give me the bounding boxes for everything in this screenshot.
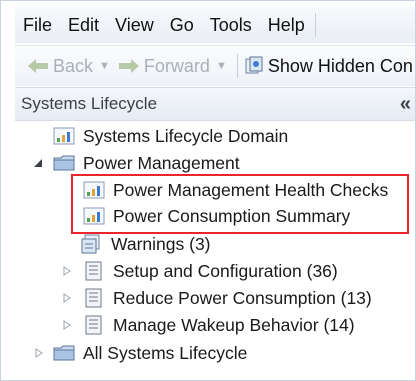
- menu-help[interactable]: Help: [260, 15, 313, 36]
- toolbar: Back ▼ Forward ▼ Show Hidden Con: [15, 45, 415, 86]
- panel-header: Systems Lifecycle «: [15, 87, 415, 121]
- explorer-window: File Edit View Go Tools Help Back ▼ Forw…: [0, 0, 416, 381]
- tree-item-label: Manage Wakeup Behavior (14): [113, 314, 355, 335]
- forward-button[interactable]: Forward ▼: [114, 46, 231, 86]
- menu-view[interactable]: View: [107, 15, 162, 36]
- folder-icon: [53, 155, 75, 171]
- tree-item-all-systems[interactable]: All Systems Lifecycle: [35, 340, 247, 366]
- document-list-icon: [85, 261, 102, 281]
- tree-item-reduce[interactable]: Reduce Power Consumption (13): [63, 285, 372, 311]
- show-hidden-label: Show Hidden Con: [267, 55, 413, 76]
- back-label: Back: [53, 55, 94, 76]
- warnings-list-icon: [81, 234, 100, 254]
- navigation-tree: Systems Lifecycle Domain Power Managemen…: [15, 119, 415, 380]
- menu-tools[interactable]: Tools: [202, 15, 260, 36]
- tree-item-label: Reduce Power Consumption (13): [113, 287, 372, 308]
- back-dropdown-icon[interactable]: ▼: [99, 60, 110, 72]
- panel-title: Systems Lifecycle: [21, 94, 158, 113]
- document-list-icon: [85, 288, 102, 308]
- show-hidden-button[interactable]: Show Hidden Con: [244, 56, 413, 77]
- tree-item-label: Power Management: [83, 152, 240, 173]
- tree-item-label: All Systems Lifecycle: [83, 342, 248, 363]
- toolbar-separator: [236, 54, 238, 78]
- tree-item-setup[interactable]: Setup and Configuration (36): [63, 258, 338, 284]
- forward-dropdown-icon[interactable]: ▼: [216, 60, 227, 72]
- collapsed-arrow-icon[interactable]: [63, 266, 71, 276]
- tree-item-warnings[interactable]: Warnings (3): [81, 231, 211, 257]
- back-arrow-icon: [28, 59, 48, 73]
- show-hidden-icon: [245, 56, 263, 74]
- expanded-arrow-icon[interactable]: [33, 158, 43, 168]
- menu-file[interactable]: File: [15, 15, 60, 36]
- tree-item-label: Systems Lifecycle Domain: [83, 125, 289, 146]
- tree-item-domain[interactable]: Systems Lifecycle Domain: [53, 123, 288, 149]
- tree-item-power-management[interactable]: Power Management: [33, 150, 240, 176]
- highlight-box: [71, 174, 409, 234]
- menu-bar: File Edit View Go Tools Help: [15, 7, 415, 43]
- report-chart-icon: [53, 127, 75, 145]
- collapse-panel-icon[interactable]: «: [400, 93, 411, 116]
- back-button[interactable]: Back ▼: [15, 46, 114, 86]
- collapsed-arrow-icon[interactable]: [63, 293, 71, 303]
- forward-arrow-icon: [118, 59, 139, 73]
- tree-item-wakeup[interactable]: Manage Wakeup Behavior (14): [63, 312, 355, 338]
- menu-edit[interactable]: Edit: [60, 15, 107, 36]
- document-list-icon: [85, 315, 102, 335]
- collapsed-arrow-icon[interactable]: [35, 348, 43, 358]
- menu-go[interactable]: Go: [162, 15, 202, 36]
- forward-label: Forward: [143, 55, 210, 76]
- folder-icon: [53, 345, 75, 361]
- tree-item-label: Setup and Configuration (36): [113, 260, 338, 281]
- tree-item-label: Warnings (3): [111, 233, 211, 254]
- menu-separator: [314, 13, 316, 37]
- collapsed-arrow-icon[interactable]: [63, 320, 71, 330]
